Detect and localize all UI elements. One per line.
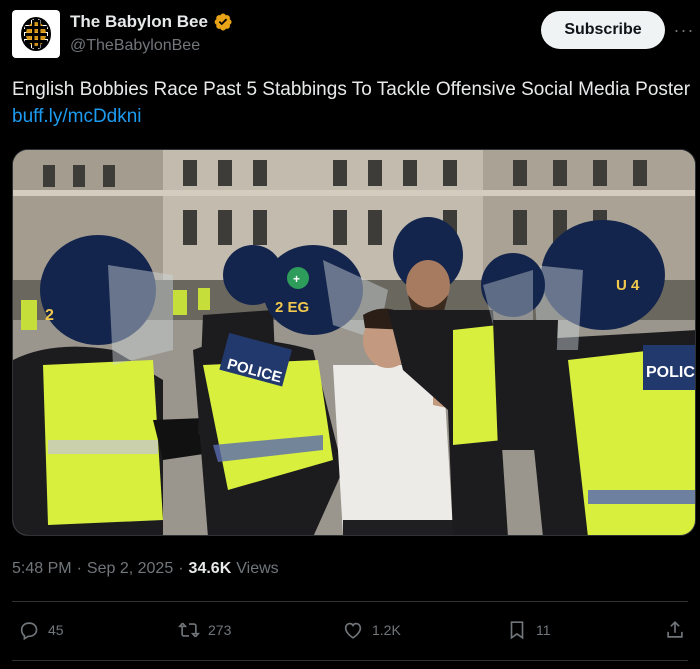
reply-button[interactable]: 45 (18, 619, 64, 641)
bookmark-icon (510, 621, 524, 640)
author-handle[interactable]: @TheBabylonBee (70, 37, 200, 55)
post-body: English Bobbies Race Past 5 Stabbings To… (12, 79, 691, 100)
action-bar: 45 273 1.2K 11 (12, 614, 688, 650)
avatar[interactable] (12, 10, 60, 58)
author-name[interactable]: The Babylon Bee (70, 12, 208, 32)
helmet-code-center: 2 EG (275, 299, 309, 316)
verified-badge-icon (214, 13, 232, 31)
views-count: 34.6K (188, 560, 232, 577)
divider (12, 660, 688, 661)
like-button[interactable]: 1.2K (342, 619, 401, 641)
repost-icon (178, 622, 200, 638)
divider (12, 601, 688, 602)
post-meta: 5:48 PM · Sep 2, 2025 · 34.6K Views (12, 560, 279, 578)
post-link[interactable]: buff.ly/mcDdkni (12, 106, 142, 127)
helmet-code-right: U 4 (616, 277, 640, 294)
reply-count: 45 (48, 622, 64, 638)
police-arrest-photo: 2 POLICE + 2 EG POLIC U 4 (13, 150, 695, 535)
like-count: 1.2K (372, 622, 401, 638)
more-icon[interactable]: ··· (674, 20, 694, 40)
bookmark-count: 11 (536, 622, 551, 638)
share-button[interactable] (664, 619, 686, 641)
views-label: Views (236, 560, 279, 577)
subscribe-button[interactable]: Subscribe (541, 11, 665, 49)
author-name-row: The Babylon Bee (70, 12, 233, 32)
post-date[interactable]: Sep 2, 2025 (87, 560, 173, 578)
like-icon (344, 622, 362, 639)
reply-icon (20, 622, 38, 641)
post-text: English Bobbies Race Past 5 Stabbings To… (12, 76, 692, 130)
meta-separator: · (76, 560, 82, 577)
post-time[interactable]: 5:48 PM (12, 560, 72, 578)
babylon-bee-logo-icon (21, 17, 51, 51)
repost-button[interactable]: 273 (178, 619, 231, 641)
meta-separator: · (178, 560, 184, 577)
bookmark-button[interactable]: 11 (506, 619, 551, 641)
helmet-number-left: 2 (45, 307, 54, 324)
repost-count: 273 (208, 622, 232, 638)
vest-label-right: POLIC (646, 364, 695, 381)
post-image[interactable]: 2 POLICE + 2 EG POLIC U 4 (12, 149, 696, 536)
svg-text:+: + (293, 272, 300, 286)
share-icon (667, 621, 683, 638)
post-header: The Babylon Bee @TheBabylonBee Subscribe… (12, 10, 694, 62)
